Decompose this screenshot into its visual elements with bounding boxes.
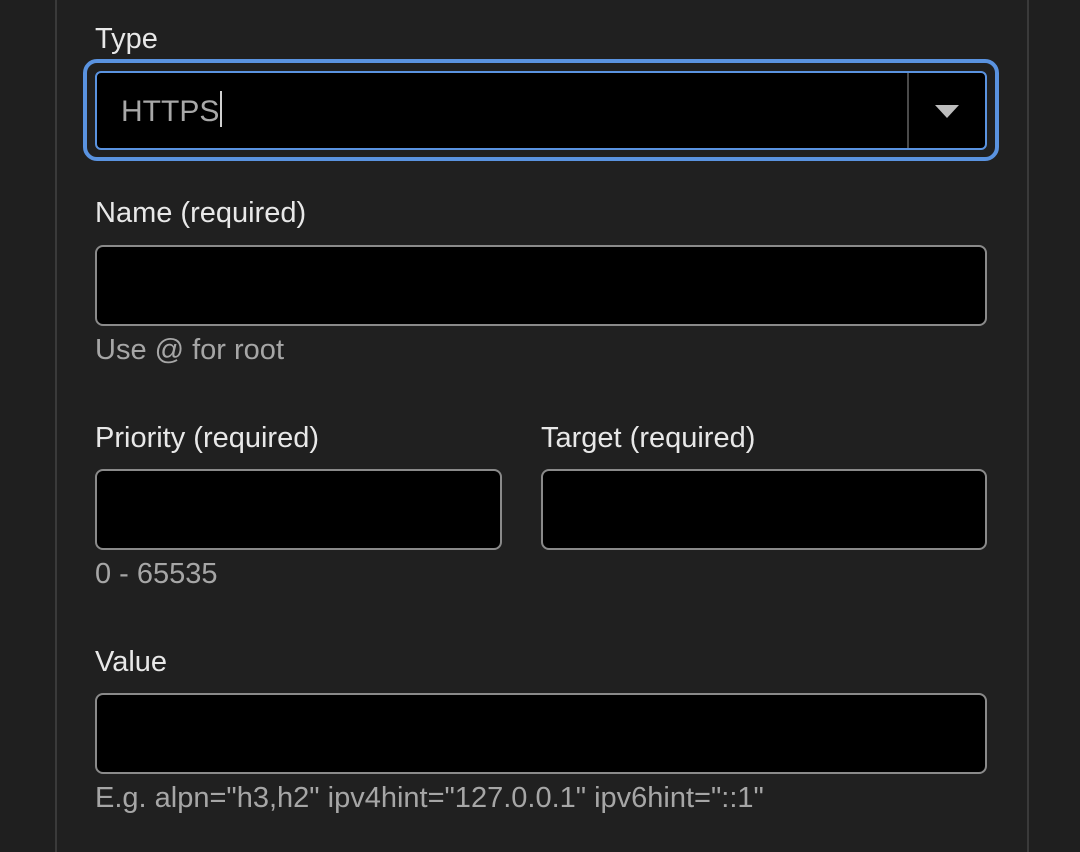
text-caret: [220, 91, 223, 127]
priority-label: Priority (required): [95, 422, 319, 454]
type-select-value-wrap: HTTPS: [121, 91, 223, 131]
type-select[interactable]: HTTPS: [95, 71, 987, 150]
type-label: Type: [95, 23, 158, 55]
priority-input[interactable]: [95, 469, 502, 550]
name-hint: Use @ for root: [95, 334, 284, 366]
name-input[interactable]: [95, 245, 987, 326]
priority-hint: 0 - 65535: [95, 558, 218, 590]
target-input[interactable]: [541, 469, 987, 550]
chevron-down-icon[interactable]: [935, 105, 959, 118]
value-label: Value: [95, 646, 168, 678]
target-label: Target (required): [541, 422, 756, 454]
type-select-value: HTTPS: [121, 95, 220, 128]
select-divider: [907, 73, 909, 148]
dns-record-form-page: Type HTTPS Name (required) Use @ for roo…: [0, 0, 1080, 852]
name-label: Name (required): [95, 197, 307, 229]
value-hint: E.g. alpn="h3,h2" ipv4hint="127.0.0.1" i…: [95, 782, 764, 814]
value-input[interactable]: [95, 693, 987, 774]
